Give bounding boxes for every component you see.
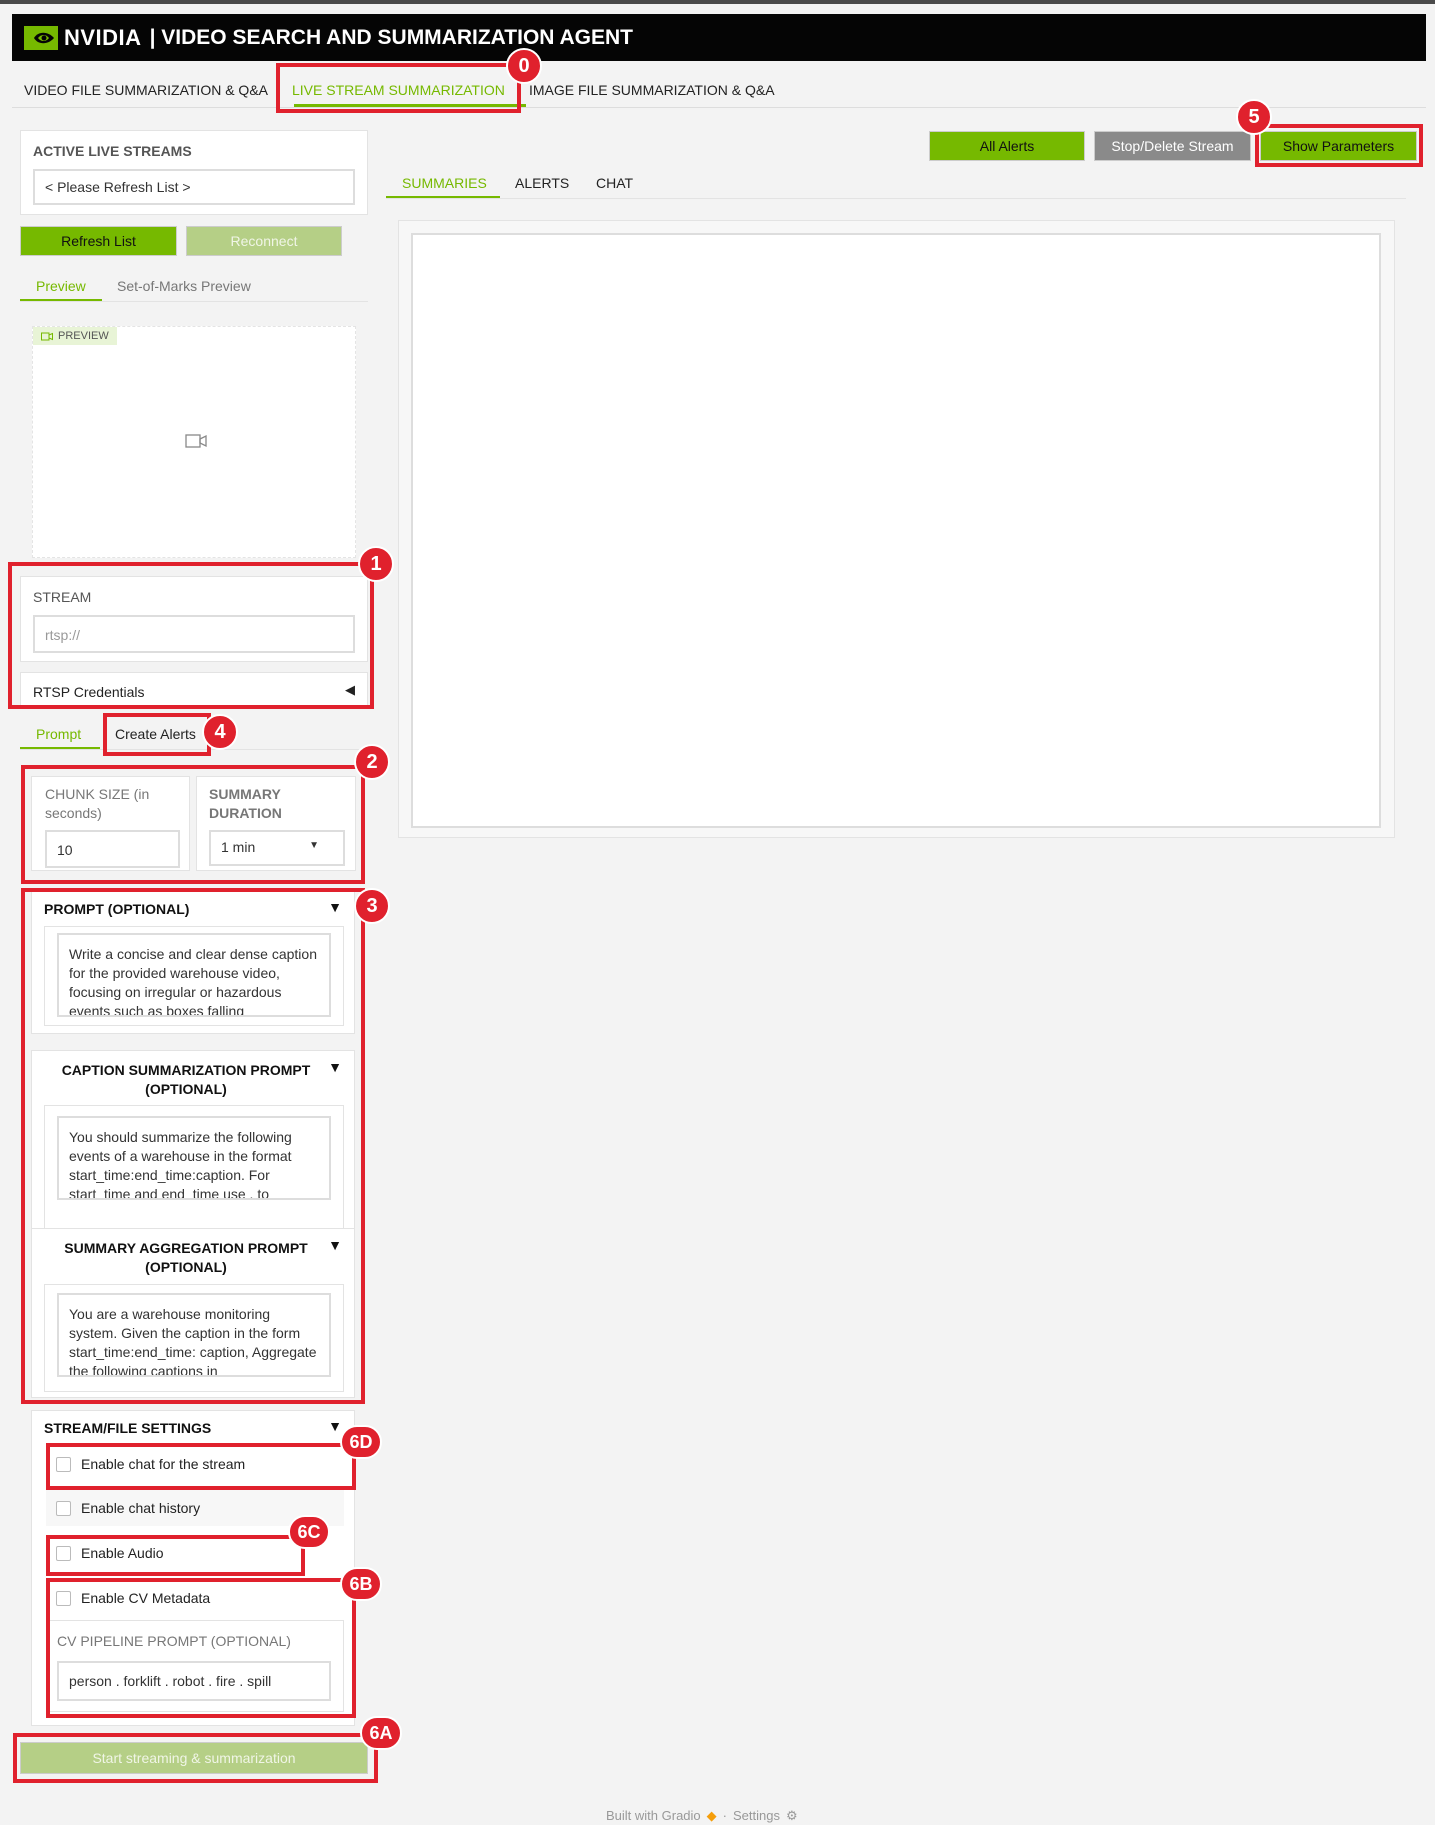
annotation-box-2: [21, 765, 365, 884]
gear-icon: ⚙: [785, 1808, 798, 1823]
annotation-badge-6d: 6D: [340, 1425, 382, 1459]
annotation-box-3: [21, 888, 365, 1404]
nvidia-eye-icon: [24, 25, 58, 50]
annotation-box-5: [1255, 124, 1423, 167]
annotation-box-6d: [46, 1443, 356, 1490]
checkbox-icon[interactable]: [56, 1500, 71, 1516]
annotation-badge-3: 3: [354, 888, 390, 924]
active-streams-panel: ACTIVE LIVE STREAMS < Please Refresh Lis…: [20, 130, 368, 215]
gradio-logo-icon: ◆: [706, 1808, 717, 1823]
annotation-box-6a: [13, 1733, 378, 1783]
annotation-badge-6c: 6C: [288, 1515, 330, 1549]
annotation-box-6c: [46, 1535, 305, 1576]
tab-chat[interactable]: CHAT: [596, 175, 633, 191]
reconnect-button[interactable]: Reconnect: [186, 226, 342, 256]
right-tab-divider: [386, 198, 1406, 199]
summaries-output: [411, 233, 1381, 828]
all-alerts-button[interactable]: All Alerts: [929, 131, 1085, 161]
annotation-box-0: [276, 63, 521, 113]
tab-set-of-marks-preview[interactable]: Set-of-Marks Preview: [117, 278, 251, 294]
tab-prompt[interactable]: Prompt: [36, 726, 81, 742]
top-border: [0, 0, 1435, 4]
annotation-box-1: [8, 562, 374, 709]
preview-tag-label: PREVIEW: [58, 330, 109, 342]
preview-tab-divider: [20, 301, 368, 302]
expand-down-icon: ▼: [328, 1418, 342, 1434]
preview-tag: PREVIEW: [33, 327, 117, 345]
brand-name: NVIDIA: [64, 24, 142, 50]
settings-link[interactable]: Settings: [733, 1808, 780, 1824]
page-title: | VIDEO SEARCH AND SUMMARIZATION AGENT: [149, 25, 633, 49]
tab-summaries[interactable]: SUMMARIES: [402, 175, 487, 191]
refresh-list-button[interactable]: Refresh List: [20, 226, 177, 256]
nvidia-logo: NVIDIA: [24, 25, 142, 51]
video-camera-icon: [185, 434, 207, 448]
annotation-badge-0: 0: [506, 48, 542, 84]
footer-separator: ·: [722, 1808, 727, 1823]
stop-delete-stream-button[interactable]: Stop/Delete Stream: [1094, 131, 1251, 161]
annotation-box-6b: [46, 1578, 356, 1718]
tab-preview[interactable]: Preview: [36, 278, 86, 294]
tab-video-file[interactable]: VIDEO FILE SUMMARIZATION & Q&A: [24, 82, 268, 98]
annotation-badge-6b: 6B: [340, 1567, 382, 1601]
enable-chat-history-label: Enable chat history: [81, 1500, 201, 1516]
built-with-gradio-link[interactable]: Built with Gradio: [606, 1808, 701, 1824]
tab-alerts[interactable]: ALERTS: [515, 175, 569, 191]
annotation-badge-4: 4: [202, 714, 238, 750]
annotation-badge-1: 1: [358, 546, 394, 582]
stream-file-settings-label: STREAM/FILE SETTINGS: [44, 1420, 212, 1436]
annotation-badge-6a: 6A: [360, 1716, 402, 1750]
app-header: NVIDIA | VIDEO SEARCH AND SUMMARIZATION …: [12, 14, 1426, 61]
streams-dropdown[interactable]: < Please Refresh List >: [33, 169, 355, 205]
annotation-badge-2: 2: [354, 744, 390, 780]
camera-small-icon: [41, 332, 53, 340]
summaries-container: [398, 220, 1395, 838]
annotation-badge-5: 5: [1236, 99, 1272, 135]
active-streams-label: ACTIVE LIVE STREAMS: [33, 143, 192, 159]
footer: Built with Gradio ◆ · Settings ⚙: [606, 1808, 798, 1824]
annotation-box-4: [103, 713, 211, 756]
main-tabs: VIDEO FILE SUMMARIZATION & Q&A LIVE STRE…: [12, 70, 1426, 108]
tab-image-file[interactable]: IMAGE FILE SUMMARIZATION & Q&A: [529, 82, 775, 98]
video-preview: PREVIEW: [32, 326, 356, 558]
